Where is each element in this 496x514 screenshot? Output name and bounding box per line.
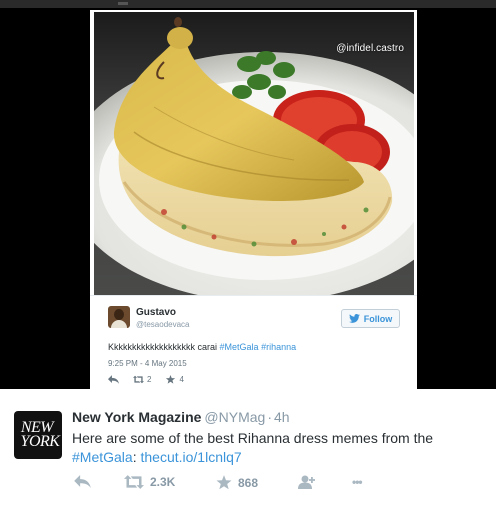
embedded-favorite-button[interactable]: 4 — [165, 375, 184, 384]
reply-button[interactable] — [74, 475, 91, 488]
retweet-button[interactable]: 2.3K — [124, 475, 175, 489]
tweet-photo[interactable]: @infidel.castro — [94, 12, 414, 295]
tweet-header: New York Magazine @NYMag · 4h — [72, 409, 290, 425]
more-icon: ••• — [352, 475, 363, 489]
retweet-icon — [124, 475, 144, 489]
retweet-count: 2.3K — [150, 475, 176, 489]
tweet-text: Here are some of the best Rihanna dress … — [72, 429, 482, 467]
tweet-age[interactable]: 4h — [274, 409, 290, 425]
avatar-logo-line2: YORK — [20, 433, 60, 450]
follow-person-icon — [298, 475, 315, 489]
photo-watermark: @infidel.castro — [336, 43, 404, 54]
favorite-count: 868 — [238, 475, 259, 490]
embedded-reply-button[interactable] — [108, 375, 119, 384]
embedded-timestamp[interactable]: 9:25 PM - 4 May 2015 — [108, 359, 187, 368]
author-handle[interactable]: @NYMag — [204, 409, 265, 425]
favorite-icon — [216, 475, 232, 490]
reply-icon — [74, 475, 91, 488]
embedded-author-handle[interactable]: @tesaodevaca — [136, 320, 190, 329]
hashtag-rihanna[interactable]: #rihanna — [261, 342, 296, 352]
media-frame: @infidel.castro Gustavo @tesaodevaca Fol… — [0, 0, 496, 389]
embedded-favorite-count: 4 — [179, 375, 184, 384]
media-card[interactable]: @infidel.castro Gustavo @tesaodevaca Fol… — [90, 10, 417, 389]
embedded-author-name[interactable]: Gustavo — [136, 307, 176, 318]
favorite-icon — [166, 375, 176, 384]
hashtag-metgala[interactable]: #MetGala — [72, 449, 133, 465]
embedded-retweet-count: 2 — [147, 375, 152, 384]
header-separator: · — [267, 409, 272, 425]
embedded-avatar[interactable] — [108, 306, 130, 328]
follow-label: Follow — [363, 313, 393, 324]
omelette-dress-image — [94, 12, 414, 295]
tweet-action-bar: 2.3K 868 ••• — [72, 475, 392, 495]
favorite-button[interactable]: 868 — [216, 475, 258, 490]
embedded-tweet-text: Kkkkkkkkkkkkkkkkkkk carai #MetGala #riha… — [108, 342, 296, 352]
tweet[interactable]: NEW YORK New York Magazine @NYMag · 4h Here… — [0, 389, 496, 514]
nymag-avatar[interactable]: NEW YORK — [14, 411, 62, 459]
embedded-action-bar: 2 4 — [108, 375, 184, 384]
more-button[interactable]: ••• — [352, 475, 363, 489]
reply-icon — [108, 375, 119, 384]
author-name[interactable]: New York Magazine — [72, 409, 201, 425]
embedded-retweet-button[interactable]: 2 — [133, 375, 151, 384]
bird-icon — [348, 314, 360, 323]
embedded-tweet[interactable]: Gustavo @tesaodevaca Follow Kkkkkkkkkkkk… — [90, 295, 417, 389]
media-top-strip — [0, 0, 496, 8]
follow-person-button[interactable] — [298, 475, 316, 489]
retweet-icon — [133, 375, 144, 384]
hashtag-metgala-embedded[interactable]: #MetGala — [220, 342, 259, 352]
tweet-link[interactable]: thecut.io/1lcnlq7 — [140, 449, 241, 465]
embedded-text-prefix: Kkkkkkkkkkkkkkkkkkk carai — [108, 342, 220, 352]
tweet-text-line1: Here are some of the best Rihanna dress … — [72, 430, 434, 446]
follow-button[interactable]: Follow — [341, 309, 400, 328]
